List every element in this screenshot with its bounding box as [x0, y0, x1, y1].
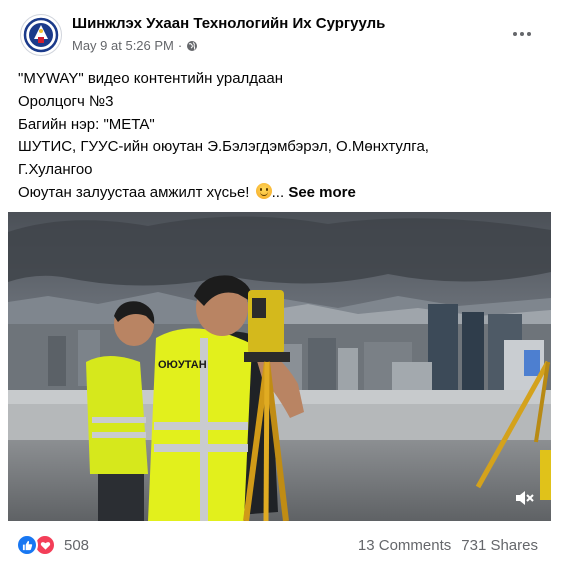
- post-text-line-5: Г.Хулангоо: [18, 161, 93, 179]
- engagement-stats: 13 Comments 731 Shares: [358, 537, 538, 554]
- post-text-line-3: Багийн нэр: "META": [18, 115, 155, 133]
- speaker-muted-icon[interactable]: [513, 487, 535, 509]
- page-name-link[interactable]: Шинжлэх Ухаан Технологийн Их Сургууль: [72, 15, 385, 32]
- page-avatar[interactable]: [20, 14, 62, 56]
- comments-count-link[interactable]: 13 Comments: [358, 537, 451, 554]
- globe-icon[interactable]: [186, 40, 198, 52]
- post-text: "MYWAY" видео контентийн уралдаан Оролцо…: [18, 68, 548, 205]
- video-player[interactable]: ОЮУТАН: [8, 212, 551, 521]
- post-timestamp[interactable]: May 9 at 5:26 PM: [72, 38, 174, 53]
- meta-separator: ·: [177, 38, 183, 53]
- post-meta: May 9 at 5:26 PM ·: [72, 38, 198, 53]
- shares-count-link[interactable]: 731 Shares: [461, 537, 538, 554]
- post-text-line-6: Оюутан залуустаа амжилт хүсье! ... See m…: [18, 182, 548, 205]
- reactions-count[interactable]: 508: [64, 537, 89, 554]
- post-footer: 508 13 Comments 731 Shares: [16, 532, 552, 560]
- post-text-line-1: "MYWAY" видео контентийн уралдаан: [18, 70, 284, 87]
- post-text-line-2: Оролцогч №3: [18, 92, 114, 110]
- post-header: Шинжлэх Ухаан Технологийн Их Сургууль Ma…: [16, 12, 552, 56]
- post-text-last-line: Оюутан залуустаа амжилт хүсье!: [18, 183, 250, 201]
- see-more-link[interactable]: See more: [288, 184, 356, 201]
- reactions-summary[interactable]: 508: [16, 534, 89, 556]
- more-options-icon[interactable]: [508, 20, 536, 48]
- post-card: Шинжлэх Ухаан Технологийн Их Сургууль Ma…: [0, 0, 568, 571]
- post-text-line-4: ШУТИС, ГУУС-ийн оюутан Э.Бэлэгдэмбэрэл, …: [18, 138, 429, 156]
- like-icon: [16, 534, 38, 556]
- university-logo: [22, 16, 60, 54]
- ellipsis: ...: [271, 183, 285, 201]
- vest-text: ОЮУТАН: [158, 359, 207, 371]
- smiling-face-emoji-icon: [255, 182, 272, 199]
- video-frame: ОЮУТАН: [8, 212, 551, 521]
